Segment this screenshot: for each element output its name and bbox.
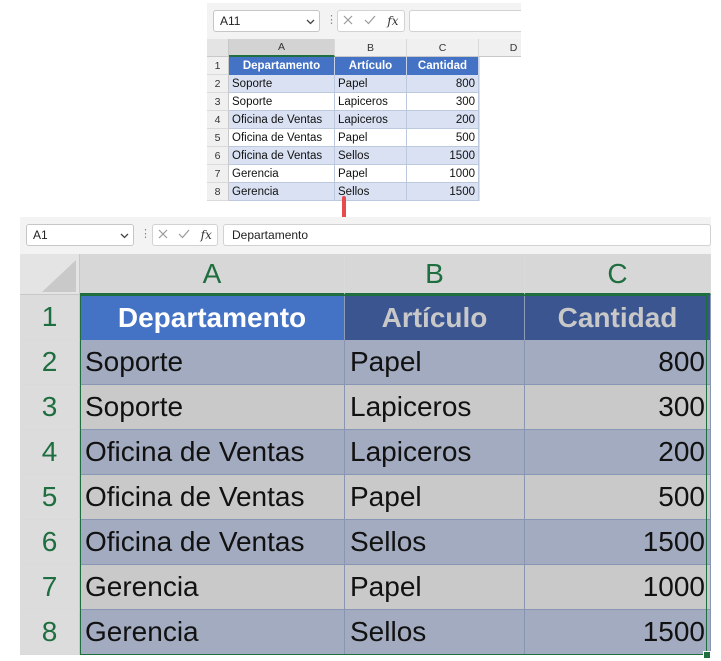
table-cell[interactable]: Gerencia	[80, 610, 345, 655]
table-cell[interactable]: Lapiceros	[335, 111, 407, 129]
fx-icon[interactable]: fx	[387, 14, 398, 28]
formula-buttons: fx	[152, 224, 218, 246]
row-header-2[interactable]: 2	[207, 75, 229, 93]
table-cell[interactable]: Soporte	[80, 385, 345, 430]
more-options-icon[interactable]: ⋮	[140, 227, 151, 240]
formula-bar: A1 ⋮ fx Departamento	[20, 217, 711, 254]
column-header-b[interactable]: B	[335, 39, 407, 57]
table-cell[interactable]: Gerencia	[229, 183, 335, 201]
table-cell[interactable]: Sellos	[345, 520, 525, 565]
table-cell[interactable]: Oficina de Ventas	[229, 111, 335, 129]
table-cell[interactable]: 1000	[407, 165, 479, 183]
table-cell[interactable]: 300	[525, 385, 711, 430]
column-header-c[interactable]: C	[525, 254, 711, 295]
table-cell[interactable]: Papel	[345, 340, 525, 385]
formula-buttons: fx	[337, 10, 405, 32]
row-header-4[interactable]: 4	[20, 430, 80, 475]
table-cell[interactable]: 1500	[407, 183, 479, 201]
table-cell[interactable]: Oficina de Ventas	[229, 147, 335, 165]
name-box-value: A1	[33, 228, 48, 242]
table-cell[interactable]: 500	[407, 129, 479, 147]
large-sheet-screenshot: A1 ⋮ fx Departamento A B C 1 2 3 4 5 6 7…	[20, 217, 711, 661]
table-cell[interactable]: Papel	[335, 129, 407, 147]
table-cell[interactable]: Soporte	[229, 75, 335, 93]
header-cell-articulo[interactable]: Artículo	[335, 57, 407, 75]
row-header-6[interactable]: 6	[20, 520, 80, 565]
fx-icon[interactable]: fx	[201, 228, 212, 242]
formula-bar: A11 ⋮ fx	[207, 3, 521, 39]
row-header-6[interactable]: 6	[207, 147, 229, 165]
x-icon[interactable]	[343, 12, 353, 30]
table-cell[interactable]: Lapiceros	[335, 93, 407, 111]
table-cell[interactable]: Gerencia	[80, 565, 345, 610]
table-cell[interactable]: Soporte	[229, 93, 335, 111]
table-cell[interactable]: 300	[407, 93, 479, 111]
chevron-down-icon[interactable]	[120, 228, 129, 242]
header-cell-cantidad[interactable]: Cantidad	[407, 57, 479, 75]
small-sheet-screenshot: A11 ⋮ fx A B C D 1 2 3 4 5 6 7 8 Departa…	[207, 3, 521, 204]
header-cell-departamento[interactable]: Departamento	[229, 57, 335, 75]
table-cell[interactable]: 200	[407, 111, 479, 129]
row-header-3[interactable]: 3	[207, 93, 229, 111]
row-header-1[interactable]: 1	[207, 57, 229, 75]
table-cell[interactable]: 1500	[407, 147, 479, 165]
table-cell[interactable]: Oficina de Ventas	[80, 520, 345, 565]
name-box-value: A11	[220, 14, 241, 28]
table-cell[interactable]: Lapiceros	[345, 430, 525, 475]
header-cell-departamento[interactable]: Departamento	[80, 295, 345, 340]
table-cell[interactable]: Gerencia	[229, 165, 335, 183]
row-header-4[interactable]: 4	[207, 111, 229, 129]
x-icon[interactable]	[158, 226, 168, 244]
table-cell[interactable]: Papel	[335, 165, 407, 183]
select-all-corner[interactable]	[20, 254, 80, 295]
table-cell[interactable]: Lapiceros	[345, 385, 525, 430]
column-header-a[interactable]: A	[229, 39, 335, 57]
column-header-c[interactable]: C	[407, 39, 479, 57]
name-box[interactable]: A11	[213, 10, 320, 32]
chevron-down-icon[interactable]	[306, 14, 315, 28]
formula-input[interactable]: Departamento	[223, 224, 711, 246]
table-cell[interactable]: 200	[525, 430, 711, 475]
fill-handle[interactable]	[703, 651, 711, 659]
row-header-1[interactable]: 1	[20, 295, 80, 340]
select-all-corner[interactable]	[207, 39, 229, 57]
row-header-7[interactable]: 7	[207, 165, 229, 183]
table-cell[interactable]: 1500	[525, 520, 711, 565]
table-cell[interactable]: Sellos	[345, 610, 525, 655]
table-cell[interactable]: 500	[525, 475, 711, 520]
table-cell[interactable]: 1000	[525, 565, 711, 610]
row-header-8[interactable]: 8	[20, 610, 80, 655]
column-header-a[interactable]: A	[80, 254, 345, 295]
row-header-5[interactable]: 5	[207, 129, 229, 147]
table-cell[interactable]: 800	[525, 340, 711, 385]
table-cell[interactable]: Oficina de Ventas	[80, 475, 345, 520]
row-header-2[interactable]: 2	[20, 340, 80, 385]
check-icon[interactable]	[178, 226, 190, 244]
row-header-8[interactable]: 8	[207, 183, 229, 201]
table-cell[interactable]: Sellos	[335, 147, 407, 165]
table-cell[interactable]: Soporte	[80, 340, 345, 385]
check-icon[interactable]	[364, 12, 376, 30]
empty-column-d[interactable]	[479, 57, 521, 201]
table-cell[interactable]: Papel	[335, 75, 407, 93]
table-cell[interactable]: Oficina de Ventas	[80, 430, 345, 475]
table-cell[interactable]: Papel	[345, 475, 525, 520]
table-cell[interactable]: 1500	[525, 610, 711, 655]
table-cell[interactable]: Oficina de Ventas	[229, 129, 335, 147]
row-header-3[interactable]: 3	[20, 385, 80, 430]
table-cell[interactable]: 800	[407, 75, 479, 93]
row-header-5[interactable]: 5	[20, 475, 80, 520]
formula-input[interactable]	[409, 10, 521, 32]
header-cell-articulo[interactable]: Artículo	[345, 295, 525, 340]
column-header-d[interactable]: D	[479, 39, 521, 57]
column-header-b[interactable]: B	[345, 254, 525, 295]
more-options-icon[interactable]: ⋮	[326, 13, 337, 26]
header-cell-cantidad[interactable]: Cantidad	[525, 295, 711, 340]
name-box[interactable]: A1	[26, 224, 134, 246]
row-header-7[interactable]: 7	[20, 565, 80, 610]
table-cell[interactable]: Papel	[345, 565, 525, 610]
